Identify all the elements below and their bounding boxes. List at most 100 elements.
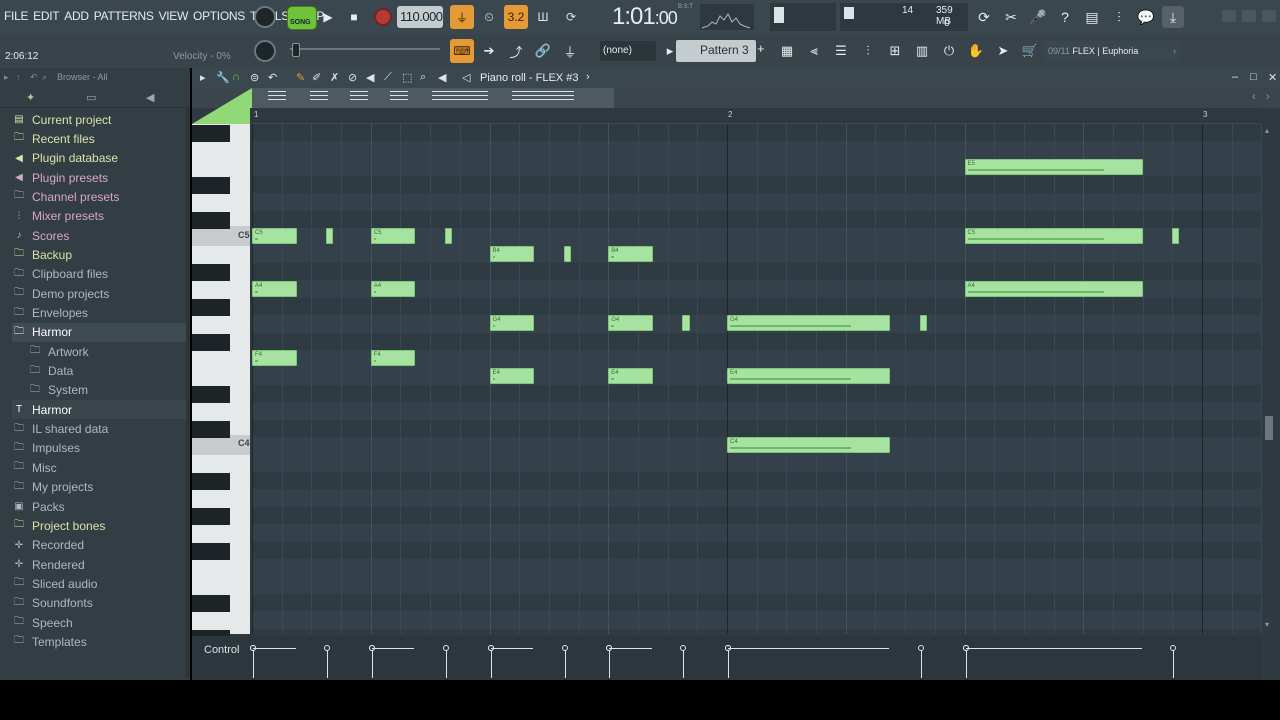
- note[interactable]: A4: [370, 280, 416, 297]
- options-arrow-icon[interactable]: ▸: [200, 71, 206, 84]
- arrow-up-icon[interactable]: ↑: [16, 72, 21, 82]
- velocity-stem[interactable]: [327, 648, 329, 678]
- next-button[interactable]: ➔: [478, 40, 500, 62]
- note[interactable]: G4: [489, 315, 535, 332]
- velocity-handle[interactable]: [1170, 645, 1177, 651]
- browser-item[interactable]: ♪ Scores: [12, 226, 188, 245]
- note[interactable]: [444, 228, 453, 245]
- vertical-scrollbar[interactable]: ▴ ▾: [1262, 124, 1276, 634]
- menu-options[interactable]: OPTIONS: [193, 9, 245, 23]
- black-key[interactable]: [192, 125, 230, 142]
- browser-item[interactable]: 🗀 Misc: [12, 458, 188, 477]
- title-chevron-icon[interactable]: ›: [586, 71, 590, 83]
- menu-file[interactable]: FILE: [4, 9, 28, 23]
- piano-keyboard[interactable]: C5 C4: [192, 124, 250, 647]
- loop-record-button[interactable]: ⟳: [560, 7, 582, 27]
- note[interactable]: C5: [964, 228, 1143, 245]
- note[interactable]: [682, 315, 690, 332]
- velocity-event-editor[interactable]: Control: [192, 636, 1262, 680]
- tab-all-icon[interactable]: ✦: [26, 91, 35, 104]
- velocity-handle[interactable]: [917, 645, 924, 651]
- velocity-stem[interactable]: [609, 648, 611, 678]
- snap-select[interactable]: (none): [600, 41, 656, 61]
- plugin-hint-bar[interactable]: 09/11 FLEX | Euphoria ›: [1044, 41, 1180, 61]
- black-key[interactable]: [192, 333, 230, 351]
- browser-scrollbar[interactable]: [186, 108, 190, 678]
- browser-item[interactable]: 🗀 Channel presets: [12, 187, 188, 206]
- note[interactable]: E4: [489, 367, 535, 384]
- black-key[interactable]: [192, 299, 230, 316]
- browser-item[interactable]: 🗀 Clipboard files: [12, 265, 188, 284]
- black-key[interactable]: [192, 420, 230, 438]
- black-key[interactable]: [192, 177, 230, 195]
- note[interactable]: G4: [727, 315, 891, 332]
- black-key[interactable]: [192, 212, 230, 229]
- velocity-stem[interactable]: [564, 648, 566, 678]
- save-button[interactable]: ▤: [1081, 6, 1103, 28]
- tempo-display[interactable]: 110.000: [397, 6, 443, 28]
- browser-item[interactable]: 🗀 System: [12, 381, 188, 400]
- velocity-stem[interactable]: [445, 648, 447, 678]
- velocity-stem[interactable]: [371, 648, 373, 678]
- note[interactable]: B4: [608, 245, 653, 262]
- close-window-icon[interactable]: ✕: [1268, 71, 1277, 84]
- note[interactable]: E4: [727, 367, 891, 384]
- typing-keyboard-button[interactable]: ⌨: [450, 39, 474, 63]
- scroll-up-icon[interactable]: ▴: [1265, 126, 1269, 135]
- playback-tool-icon[interactable]: ◀: [438, 71, 446, 84]
- pattern-selector[interactable]: Pattern 3: [676, 40, 756, 62]
- browser-item[interactable]: 🗀 Backup: [12, 245, 188, 264]
- browser-item[interactable]: 🗀 IL shared data: [12, 420, 188, 439]
- velocity-handle[interactable]: [561, 645, 568, 651]
- note[interactable]: [563, 245, 571, 262]
- plugin-button[interactable]: ⏻: [938, 40, 960, 62]
- slice-tool-icon[interactable]: ⟋: [384, 71, 392, 84]
- wrench-icon[interactable]: 🔧: [216, 71, 230, 84]
- browser-item[interactable]: ▤ Current project: [12, 110, 188, 129]
- browser-item[interactable]: 🗀 Speech: [12, 613, 188, 632]
- menu-edit[interactable]: EDIT: [33, 9, 59, 23]
- note[interactable]: C4: [727, 437, 891, 454]
- black-key[interactable]: [192, 542, 230, 560]
- pattern-song-toggle[interactable]: SONG: [287, 6, 317, 30]
- note[interactable]: [326, 228, 334, 245]
- browser-item[interactable]: ✛ Rendered: [12, 555, 188, 574]
- note[interactable]: E5: [964, 158, 1143, 175]
- browser-item[interactable]: 🗀 Soundfonts: [12, 594, 188, 613]
- black-key[interactable]: [192, 473, 230, 490]
- cut-button[interactable]: ✂: [1000, 6, 1022, 28]
- microphone-button[interactable]: 🎤: [1027, 6, 1049, 28]
- note[interactable]: A4: [964, 280, 1143, 297]
- play-circle-icon[interactable]: ⊜: [250, 71, 259, 84]
- delete-tool-icon[interactable]: ✗: [330, 71, 339, 84]
- black-key[interactable]: [192, 594, 230, 612]
- minimize-icon[interactable]: [1222, 10, 1236, 22]
- add-pattern-button[interactable]: +: [757, 41, 765, 56]
- note[interactable]: [1172, 228, 1180, 245]
- piano-roll-button[interactable]: ⫷: [803, 40, 825, 62]
- velocity-stem[interactable]: [253, 648, 254, 678]
- black-key[interactable]: [192, 264, 230, 282]
- velocity-stem[interactable]: [1173, 648, 1175, 678]
- expand-icon[interactable]: ▸: [4, 72, 9, 83]
- zoom-tool-icon[interactable]: ⌕: [420, 71, 426, 84]
- play-button[interactable]: ▶: [318, 7, 338, 27]
- help-button[interactable]: ?: [1054, 6, 1076, 28]
- velocity-stem[interactable]: [728, 648, 729, 678]
- playlist-button[interactable]: ▦: [776, 40, 798, 62]
- link-button[interactable]: 🔗: [532, 40, 554, 62]
- menu-patterns[interactable]: PATTERNS: [94, 9, 154, 23]
- pencil-icon[interactable]: ✎: [296, 71, 305, 84]
- menu-add[interactable]: ADD: [64, 9, 89, 23]
- velocity-handle[interactable]: [680, 645, 687, 651]
- browser-button[interactable]: ⊞: [884, 40, 906, 62]
- multilink-button[interactable]: ⏚: [559, 40, 581, 62]
- tab-files-icon[interactable]: ▭: [86, 91, 96, 104]
- control-label[interactable]: Control: [204, 644, 239, 656]
- stop-button[interactable]: ■: [344, 7, 364, 27]
- speaker-icon[interactable]: ◁: [462, 71, 470, 84]
- note-grid[interactable]: C5 C5 B4 B4 A4 A4 G4 G4 G4 F4 F4 E4 E4 E4 C4 E5 C5 A4: [252, 124, 1262, 634]
- undo-history-button[interactable]: ⟳: [973, 6, 995, 28]
- undo-icon[interactable]: ↶: [30, 72, 38, 83]
- note[interactable]: A4: [252, 280, 297, 297]
